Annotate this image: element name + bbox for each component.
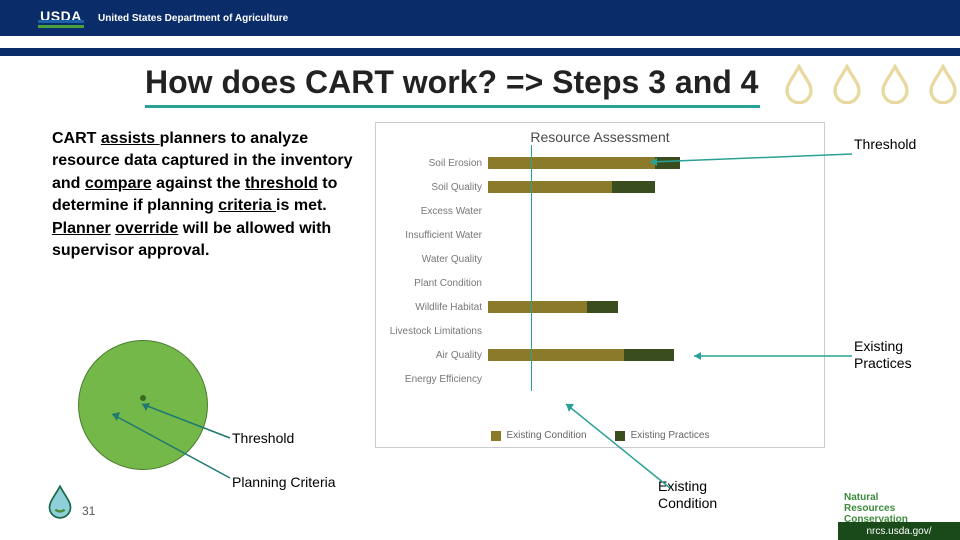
legend-item-ec: Existing Condition	[491, 430, 587, 441]
bar-existing-practices	[612, 181, 655, 193]
chart-legend: Existing Condition Existing Practices	[376, 430, 824, 441]
bar-row: Air Quality	[488, 343, 812, 367]
chart-body: Soil ErosionSoil QualityExcess WaterInsu…	[376, 145, 824, 391]
bar-label: Energy Efficiency	[382, 374, 482, 385]
legend-label: Existing Condition	[507, 430, 587, 441]
bar-existing-condition	[488, 181, 612, 193]
threshold-line	[531, 145, 532, 391]
bar-row: Wildlife Habitat	[488, 295, 812, 319]
bar-label: Livestock Limitations	[382, 326, 482, 337]
bar-row: Livestock Limitations	[488, 319, 812, 343]
t: is met.	[276, 197, 327, 214]
bar-row: Excess Water	[488, 199, 812, 223]
bar-track	[488, 301, 798, 313]
bar-track	[488, 373, 798, 385]
bar-track	[488, 349, 798, 361]
slide-title: How does CART work? => Steps 3 and 4	[145, 64, 760, 101]
swatch-icon	[491, 431, 501, 441]
callout-threshold: Threshold	[854, 136, 916, 152]
bar-row: Soil Quality	[488, 175, 812, 199]
bar-track	[488, 277, 798, 289]
header-accent-bar	[0, 48, 960, 56]
bar-label: Soil Quality	[382, 182, 482, 193]
bar-label: Wildlife Habitat	[382, 302, 482, 313]
callout-threshold-pie: Threshold	[232, 430, 294, 446]
bar-row: Energy Efficiency	[488, 367, 812, 391]
t: assists	[101, 130, 160, 147]
nrcs-line: Resources	[844, 503, 895, 514]
bar-track	[488, 229, 798, 241]
legend-item-ep: Existing Practices	[615, 430, 710, 441]
bar-row: Soil Erosion	[488, 151, 812, 175]
bar-existing-condition	[488, 349, 624, 361]
droplet-decor-row	[782, 64, 960, 104]
bar-label: Air Quality	[382, 350, 482, 361]
t: compare	[85, 175, 152, 192]
t: override	[115, 220, 178, 237]
bar-existing-practices	[587, 301, 618, 313]
t: criteria	[218, 197, 276, 214]
droplet-icon	[926, 64, 960, 104]
bar-existing-practices	[655, 157, 680, 169]
bar-existing-practices	[624, 349, 674, 361]
bar-label: Soil Erosion	[382, 158, 482, 169]
callout-existing-practices: Existing Practices	[854, 338, 912, 372]
nrcs-line: Natural	[844, 492, 878, 503]
bar-track	[488, 181, 798, 193]
slide: USDA United States Department of Agricul…	[0, 0, 960, 540]
page-number: 31	[82, 504, 95, 518]
t: against the	[152, 175, 245, 192]
nrcs-droplet-icon	[46, 484, 74, 518]
bar-label: Plant Condition	[382, 278, 482, 289]
droplet-icon	[830, 64, 864, 104]
bar-track	[488, 325, 798, 337]
legend-label: Existing Practices	[631, 430, 710, 441]
callout-planning-criteria: Planning Criteria	[232, 474, 336, 490]
header-dept: United States Department of Agriculture	[98, 13, 288, 24]
bar-row: Insufficient Water	[488, 223, 812, 247]
bar-label: Excess Water	[382, 206, 482, 217]
usda-logo: USDA	[38, 8, 84, 28]
chart-panel: Resource Assessment Soil ErosionSoil Qua…	[375, 122, 825, 448]
bar-existing-condition	[488, 301, 587, 313]
t: threshold	[245, 175, 318, 192]
bar-track	[488, 253, 798, 265]
nrcs-url-badge: nrcs.usda.gov/	[838, 522, 960, 540]
bar-existing-condition	[488, 157, 655, 169]
bar-label: Insufficient Water	[382, 230, 482, 241]
swatch-icon	[615, 431, 625, 441]
droplet-icon	[878, 64, 912, 104]
bar-row: Water Quality	[488, 247, 812, 271]
nrcs-logo: Natural Resources Conservation Service n…	[838, 476, 960, 540]
usda-logo-bars-icon	[38, 25, 84, 28]
bar-row: Plant Condition	[488, 271, 812, 295]
droplet-icon	[782, 64, 816, 104]
header-inner: USDA United States Department of Agricul…	[38, 8, 288, 28]
t: CART	[52, 130, 101, 147]
pie-graphic	[78, 340, 208, 470]
bar-track	[488, 157, 798, 169]
bar-label: Water Quality	[382, 254, 482, 265]
t: Planner	[52, 220, 111, 237]
callout-existing-condition: Existing Condition	[658, 478, 717, 512]
chart-title: Resource Assessment	[376, 123, 824, 145]
header-bar: USDA United States Department of Agricul…	[0, 0, 960, 42]
body-paragraph: CART assists planners to analyze resourc…	[52, 128, 357, 262]
title-underline: How does CART work? => Steps 3 and 4	[145, 64, 760, 108]
bar-track	[488, 205, 798, 217]
